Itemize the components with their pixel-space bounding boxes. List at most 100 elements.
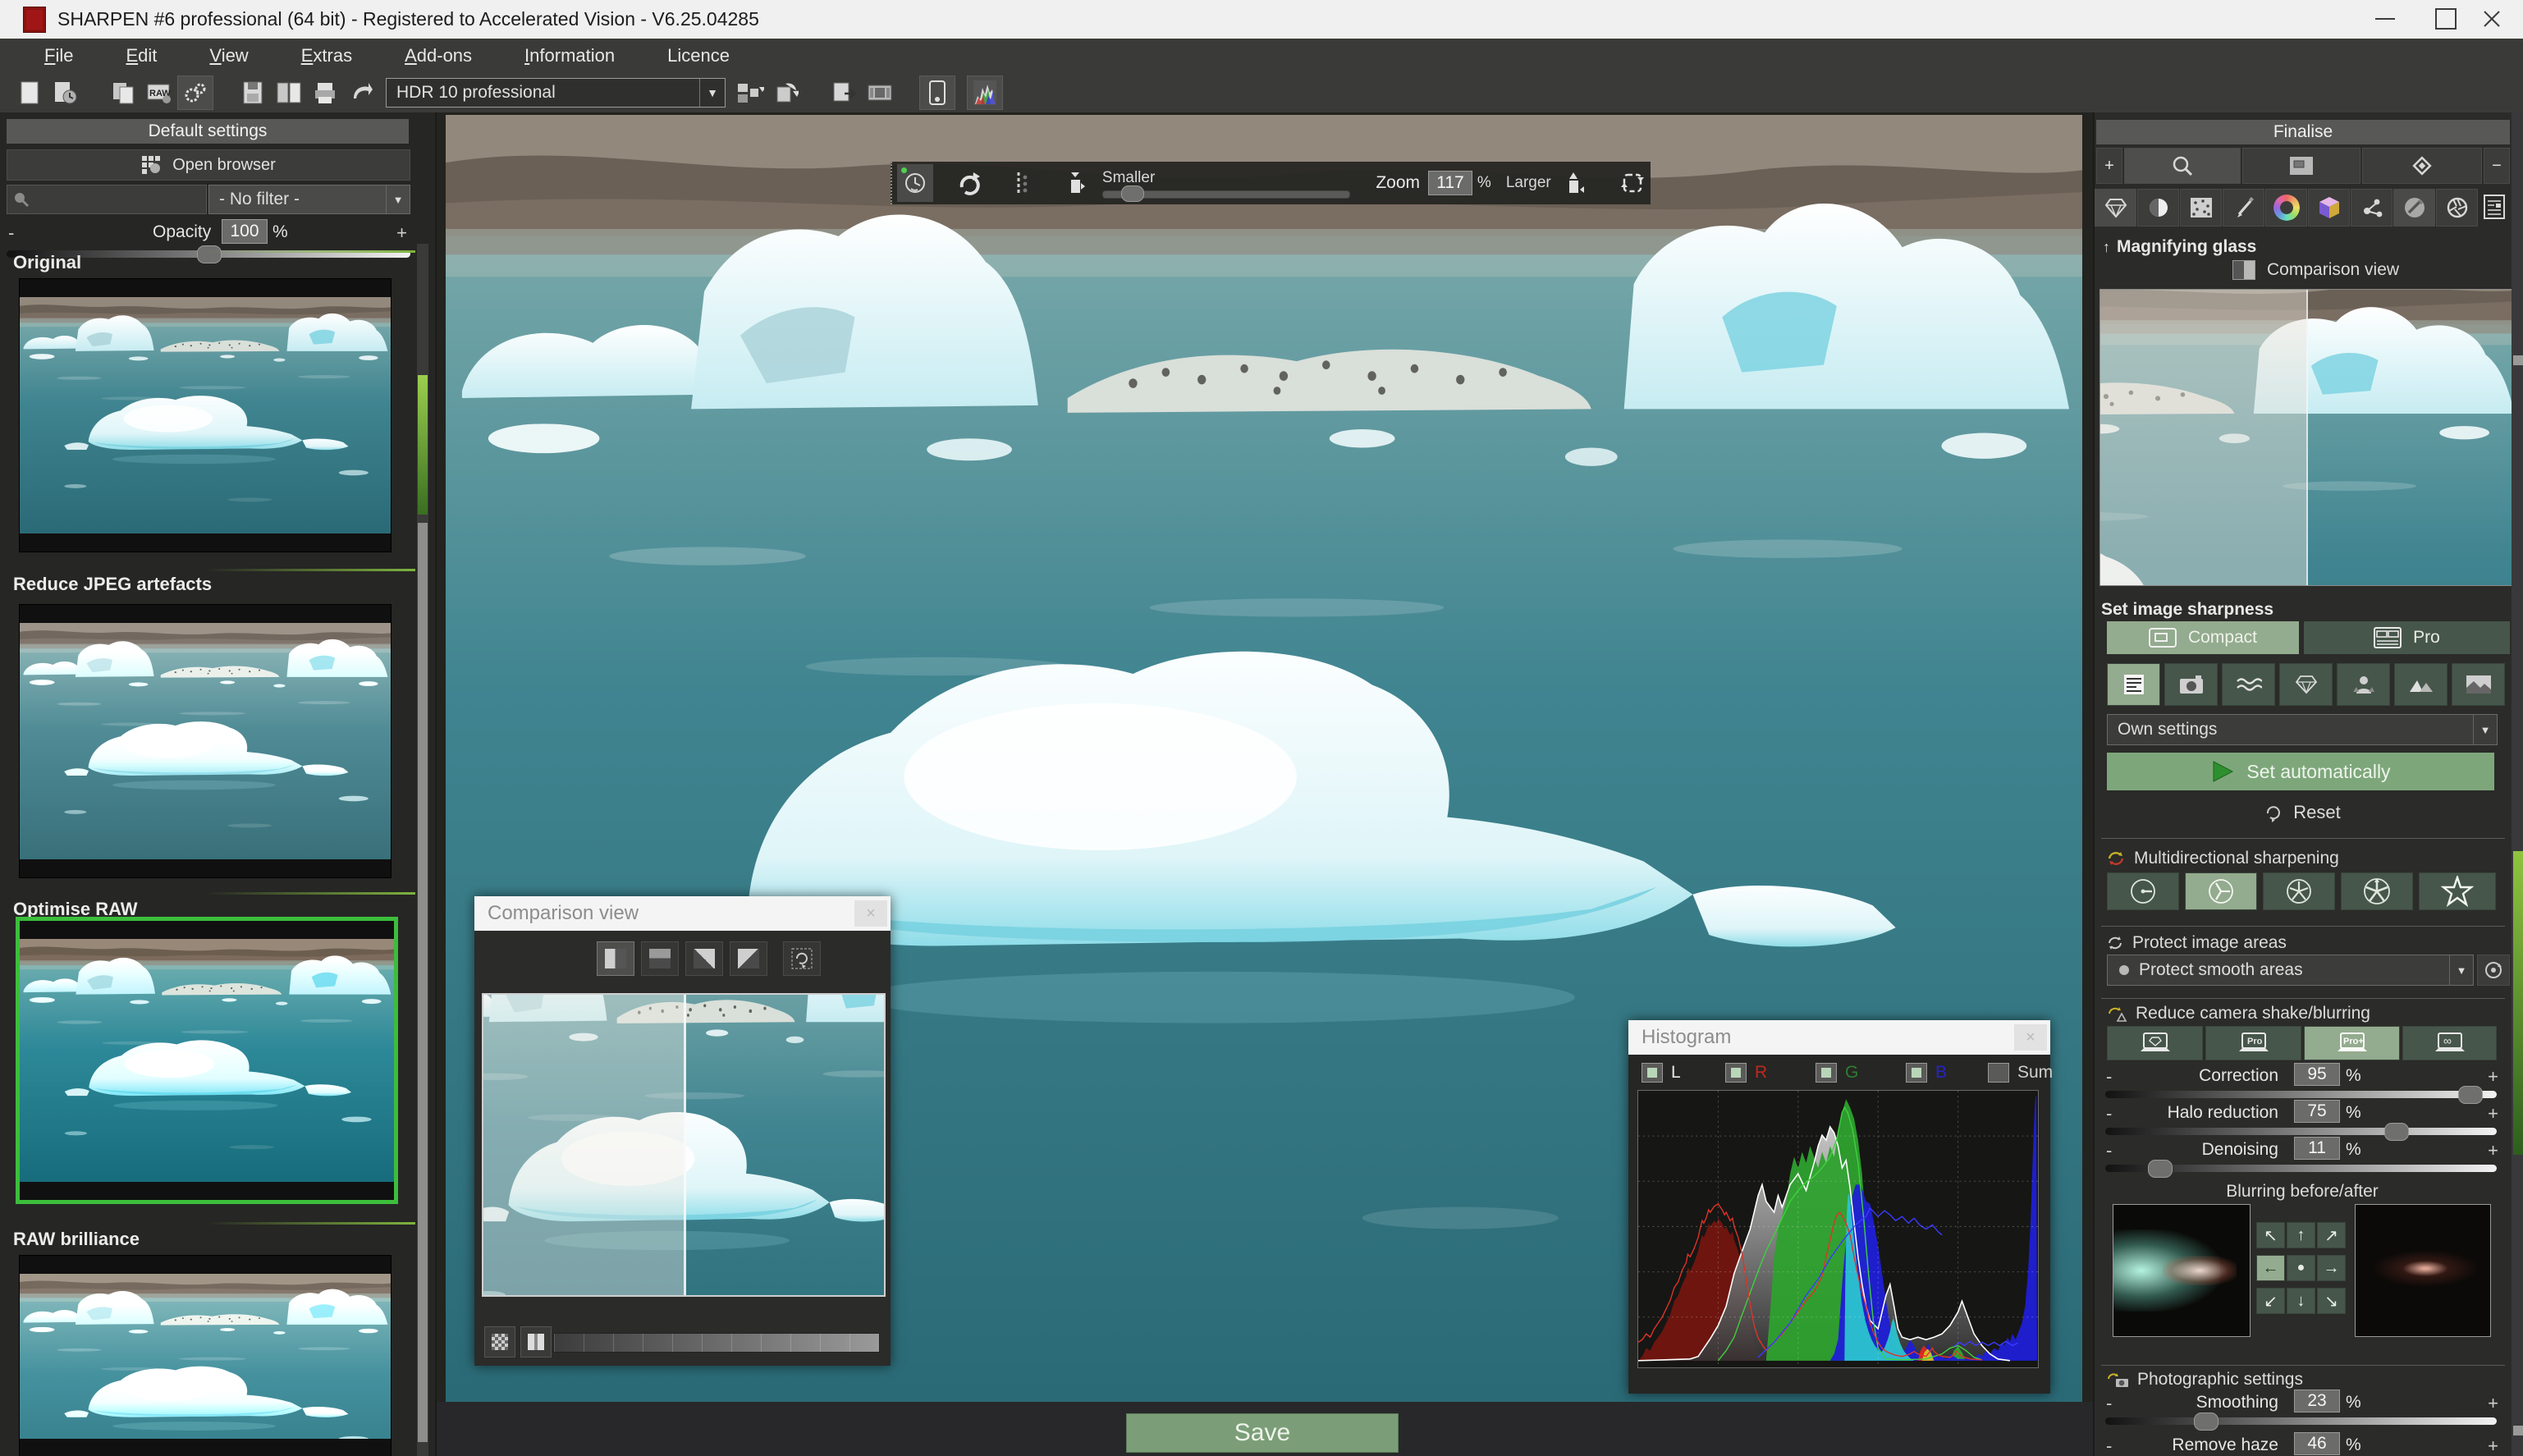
compare-original-button[interactable] (897, 164, 933, 202)
finalise-scrollbar-thumb[interactable] (2513, 851, 2523, 1155)
refresh-icon[interactable] (2106, 934, 2124, 952)
pad-up-right[interactable]: ↗ (2317, 1222, 2346, 1248)
set-automatically-button[interactable]: Set automatically (2107, 753, 2494, 790)
motif-portrait-button[interactable] (2337, 663, 2390, 706)
pad-up[interactable]: ↑ (2287, 1222, 2315, 1248)
motif-photo-button[interactable] (2452, 663, 2505, 706)
correction-track[interactable] (2105, 1091, 2497, 1098)
halo-plus[interactable]: + (2488, 1103, 2498, 1124)
new-image-button[interactable] (11, 76, 48, 110)
menu-addons[interactable]: Add-ons (396, 40, 480, 71)
correction-minus[interactable]: - (2106, 1066, 2112, 1087)
refresh-shake-icon[interactable] (2106, 1005, 2127, 1023)
pad-right[interactable]: → (2317, 1255, 2346, 1281)
batch-processing-button[interactable] (732, 76, 768, 110)
magnifier-tab-button[interactable] (2124, 148, 2241, 184)
legend-red[interactable]: R (1725, 1063, 1767, 1083)
magnifier-divider[interactable] (2306, 290, 2308, 585)
presets-scrollbar[interactable] (417, 244, 428, 1456)
magnifier-preview[interactable] (2099, 289, 2513, 586)
comparison-preview-image[interactable] (482, 993, 886, 1297)
print-button[interactable] (307, 76, 343, 110)
legend-luminance[interactable]: L (1642, 1063, 1681, 1083)
preview-panel-button[interactable] (919, 76, 955, 110)
shake-infinite-button[interactable]: ∞ (2402, 1026, 2497, 1060)
split-diagonal2-button[interactable] (730, 941, 767, 976)
protect-dropdown[interactable]: Protect smooth areas ▼ (2107, 955, 2474, 986)
zoom-out-step-button[interactable] (1058, 164, 1094, 202)
preset-thumb-raw-brilliance[interactable] (19, 1255, 392, 1456)
smoothing-minus[interactable]: - (2106, 1393, 2112, 1414)
crop-rotate-button[interactable] (1614, 164, 1651, 202)
comparison-divider[interactable] (684, 995, 686, 1295)
zoom-track[interactable] (1102, 190, 1350, 199)
color-cube-tool-button[interactable] (2308, 189, 2350, 227)
refresh-multicolor-icon[interactable] (2106, 849, 2126, 868)
color-wheel-tool-button[interactable] (2265, 189, 2307, 227)
preset-search-input[interactable] (7, 185, 207, 214)
remove-haze-value[interactable]: 46 (2294, 1432, 2340, 1455)
share-export-button[interactable] (343, 76, 379, 110)
contrast-tool-button[interactable] (2137, 189, 2179, 227)
comparison-tab-button[interactable] (2242, 148, 2360, 184)
checkbox-checked-icon[interactable] (1642, 1063, 1663, 1083)
denoising-thumb[interactable] (2148, 1160, 2173, 1178)
aperture-tool-button[interactable] (2436, 189, 2478, 227)
add-tool-button[interactable]: + (2096, 148, 2122, 184)
denoise-tool-button[interactable] (2180, 189, 2222, 227)
opacity-minus[interactable]: - (8, 222, 14, 244)
menu-view[interactable]: View (201, 40, 256, 71)
rotate-image-button[interactable] (768, 76, 804, 110)
direction-star-button[interactable] (2419, 872, 2496, 910)
gem-tool-button[interactable] (2095, 189, 2136, 227)
histogram-close-button[interactable]: × (2014, 1024, 2047, 1051)
shake-pro-plus-button[interactable]: Pro+ (2304, 1026, 2400, 1060)
comparison-close-button[interactable]: × (854, 900, 887, 927)
copy-settings-button[interactable] (105, 76, 141, 110)
menu-file[interactable]: File (36, 40, 81, 71)
remove-haze-plus[interactable]: + (2488, 1435, 2498, 1456)
halo-track[interactable] (2105, 1128, 2497, 1135)
open-browser-button[interactable]: Open browser (7, 149, 410, 181)
menu-information[interactable]: Information (516, 40, 623, 71)
marker-tab-button[interactable] (2362, 148, 2482, 184)
smoothing-value[interactable]: 23 (2294, 1390, 2340, 1413)
shake-pro-button[interactable]: Pro (2205, 1026, 2301, 1060)
preset-filter-dropdown[interactable]: - No filter - ▼ (208, 185, 410, 214)
refresh-camera-icon[interactable] (2106, 1371, 2129, 1389)
pad-down[interactable]: ↓ (2287, 1288, 2315, 1314)
zoom-thumb[interactable] (1121, 185, 1144, 202)
save-button[interactable]: Save (1126, 1413, 1399, 1453)
menu-licence[interactable]: Licence (659, 40, 738, 71)
split-diagonal-button[interactable] (685, 941, 723, 976)
smoothing-plus[interactable]: + (2488, 1393, 2498, 1414)
compare-toggle-button[interactable] (1004, 164, 1040, 202)
motif-landscape-button[interactable] (2394, 663, 2447, 706)
opacity-value[interactable]: 100 (222, 219, 268, 244)
correction-plus[interactable]: + (2488, 1066, 2498, 1087)
direction-3-button[interactable] (2185, 872, 2257, 910)
zoom-in-step-button[interactable] (1556, 164, 1592, 202)
motif-camera-button[interactable] (2164, 663, 2218, 706)
motif-water-button[interactable] (2222, 663, 2275, 706)
preset-thumb-reduce-jpeg[interactable] (19, 604, 392, 878)
minimize-button[interactable] (2362, 5, 2408, 33)
comparison-position-slider[interactable] (553, 1333, 880, 1353)
split-vertical-button[interactable] (597, 941, 634, 976)
eraser-tool-button[interactable] (2393, 189, 2435, 227)
remove-tool-button[interactable]: − (2484, 148, 2510, 184)
presets-scrollbar-thumb[interactable] (418, 375, 428, 515)
motif-gem-button[interactable] (2279, 663, 2333, 706)
save-image-button[interactable] (235, 76, 271, 110)
checker-toggle-button[interactable] (484, 1326, 515, 1358)
maximize-button[interactable] (2423, 5, 2469, 33)
halo-minus[interactable]: - (2106, 1103, 2112, 1124)
raw-module-button[interactable]: RAW (141, 76, 177, 110)
opacity-plus[interactable]: + (396, 222, 407, 244)
tab-compact[interactable]: Compact (2107, 621, 2299, 654)
checkbox-unchecked-icon[interactable] (1988, 1063, 2009, 1083)
report-tool-button[interactable] (2479, 189, 2510, 225)
checkbox-checked-icon[interactable] (1725, 1063, 1747, 1083)
zoom-value[interactable]: 117 (1428, 171, 1472, 195)
reset-button[interactable]: Reset (2095, 799, 2510, 826)
